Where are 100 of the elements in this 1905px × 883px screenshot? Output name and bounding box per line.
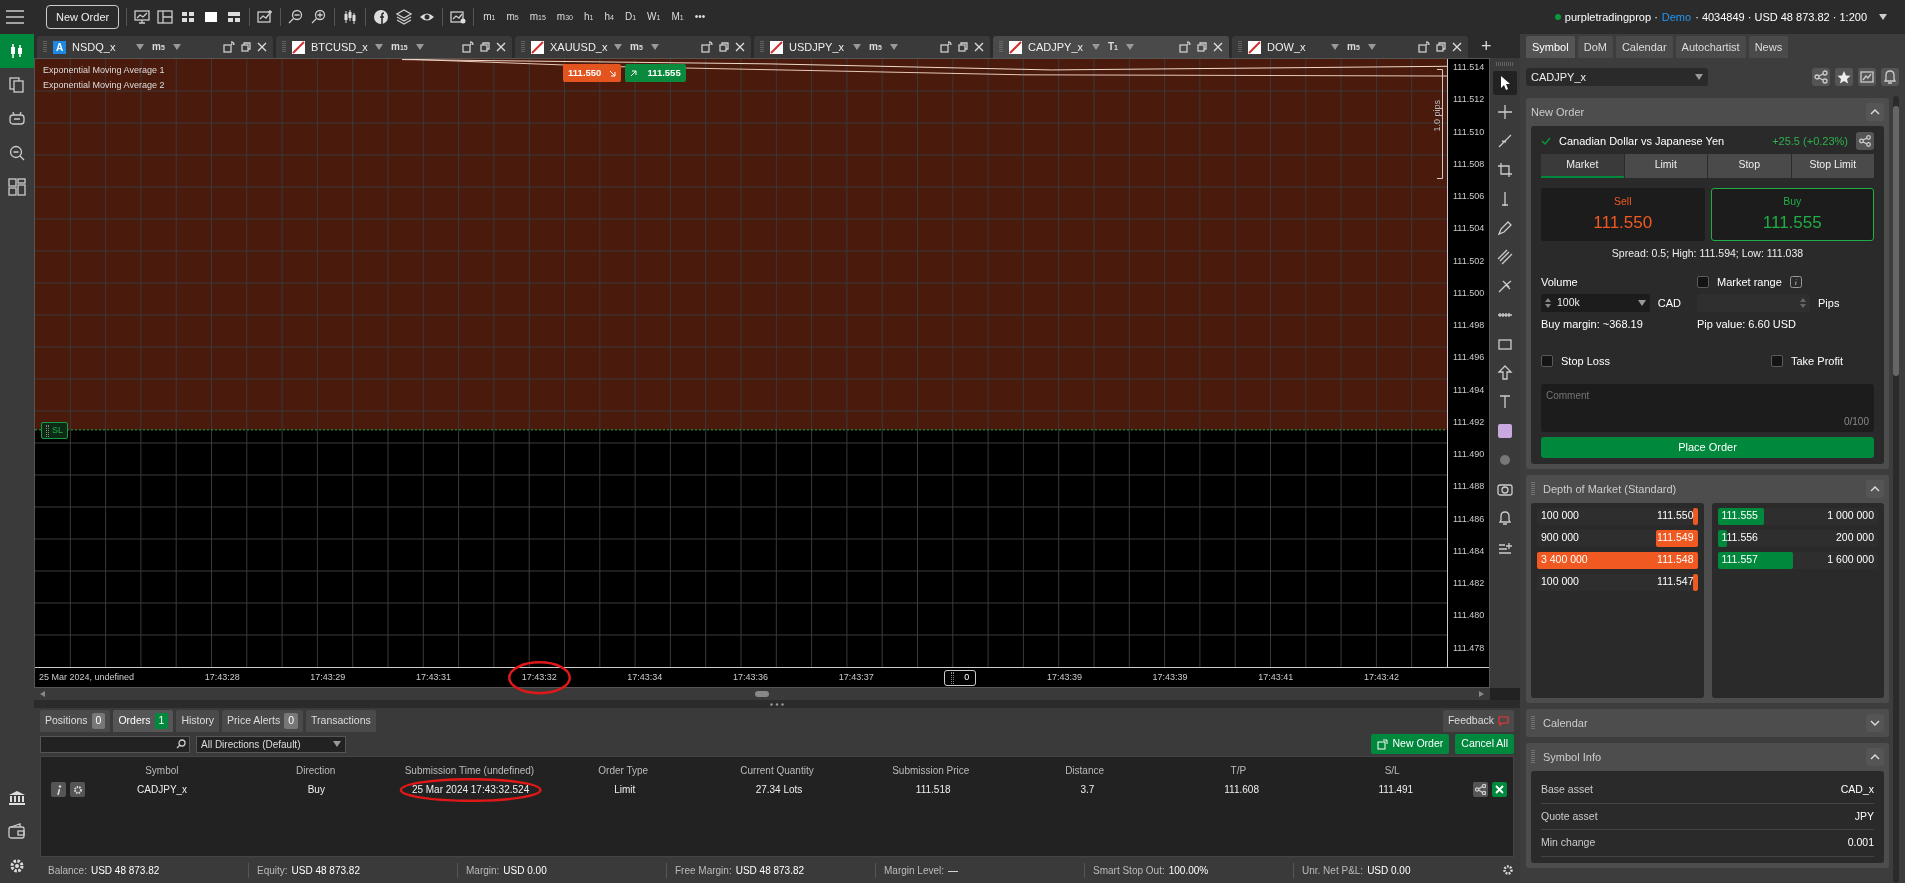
zoom-out-icon[interactable]: [288, 9, 305, 25]
panel-tab[interactable]: News: [1748, 35, 1789, 58]
crosshair-icon[interactable]: [1497, 104, 1513, 120]
new-order-button[interactable]: New Order: [46, 4, 120, 30]
search-field[interactable]: [40, 735, 190, 753]
grip-icon[interactable]: [1531, 481, 1535, 496]
search-zoom-icon[interactable]: [8, 144, 26, 162]
zoom-in-icon[interactable]: [311, 9, 328, 25]
square-icon[interactable]: [203, 9, 220, 25]
close-icon[interactable]: [1452, 42, 1462, 52]
broadcast-icon[interactable]: [1418, 41, 1430, 53]
new-order-button[interactable]: New Order: [1370, 734, 1450, 754]
grip-icon[interactable]: [770, 702, 784, 706]
circle-logo-icon[interactable]: [373, 9, 390, 25]
wallet-icon[interactable]: [8, 823, 26, 841]
info-icon[interactable]: [1789, 276, 1802, 288]
collapse-toggle[interactable]: [1866, 103, 1884, 121]
share-button[interactable]: [1472, 782, 1488, 797]
column-header[interactable]: Order Type: [546, 763, 701, 778]
order-type-tab[interactable]: Market: [1541, 154, 1624, 178]
direction-dropdown[interactable]: All Directions (Default): [196, 735, 346, 753]
collapse-toggle[interactable]: [1866, 479, 1884, 498]
panel-tab[interactable]: Symbol: [1526, 35, 1575, 58]
monitor-icon[interactable]: [134, 9, 151, 25]
chart-add-icon[interactable]: [257, 9, 274, 25]
grip-icon[interactable]: [282, 41, 286, 53]
grip-icon[interactable]: [1531, 715, 1535, 730]
column-header[interactable]: Symbol: [85, 763, 239, 778]
column-header[interactable]: Submission Price: [853, 763, 1008, 778]
close-icon[interactable]: [974, 42, 984, 52]
detach-icon[interactable]: [480, 42, 490, 52]
broadcast-icon[interactable]: [940, 41, 952, 53]
panel-tab[interactable]: Transactions: [306, 710, 376, 732]
column-header[interactable]: T/P: [1161, 763, 1316, 778]
detach-icon[interactable]: [958, 42, 968, 52]
pencil-icon[interactable]: [1497, 220, 1513, 236]
stop-loss-checkbox[interactable]: [1541, 355, 1553, 367]
grip-icon[interactable]: [760, 41, 764, 53]
robot-icon[interactable]: [8, 110, 26, 128]
close-icon[interactable]: [735, 42, 745, 52]
place-order-button[interactable]: Place Order: [1541, 437, 1874, 458]
layers-icon[interactable]: [396, 9, 413, 25]
scrollbar-thumb[interactable]: [755, 691, 769, 697]
fork-icon[interactable]: [1497, 278, 1513, 294]
more-button[interactable]: •••: [692, 12, 708, 22]
detach-icon[interactable]: [719, 42, 729, 52]
grip-icon[interactable]: [1238, 41, 1242, 53]
text-tool-icon[interactable]: [1497, 394, 1513, 410]
menu-icon[interactable]: [6, 10, 24, 24]
settings-icon[interactable]: [8, 857, 26, 875]
camera-icon[interactable]: [1497, 481, 1513, 497]
scroll-left-icon[interactable]: [40, 691, 45, 697]
settings-icon[interactable]: [1502, 864, 1514, 876]
time-cursor[interactable]: 0: [944, 669, 977, 686]
market-range-checkbox[interactable]: [1697, 276, 1709, 288]
copy-icon[interactable]: [8, 76, 26, 94]
detach-icon[interactable]: [241, 42, 251, 52]
collapse-toggle[interactable]: [1866, 713, 1884, 732]
share-icon[interactable]: [1814, 70, 1828, 84]
panel-tab[interactable]: History: [176, 710, 220, 732]
grip-icon[interactable]: [43, 41, 47, 53]
grid-icon[interactable]: [180, 9, 197, 25]
sell-price-tag[interactable]: 111.550: [563, 64, 622, 83]
scroll-right-icon[interactable]: [1479, 691, 1484, 697]
volume-field[interactable]: 100k: [1541, 294, 1650, 313]
close-icon[interactable]: [496, 42, 506, 52]
dot-icon[interactable]: [1497, 452, 1513, 468]
rectangle-icon[interactable]: [1497, 336, 1513, 352]
detach-icon[interactable]: [1197, 42, 1207, 52]
bell-icon[interactable]: [1497, 510, 1513, 526]
channel-icon[interactable]: [1497, 249, 1513, 265]
candlestick-icon[interactable]: [342, 9, 359, 25]
panel-tab[interactable]: Autochartist: [1675, 35, 1746, 58]
add-tab-button[interactable]: +: [1479, 37, 1494, 55]
chart-settings-icon[interactable]: [450, 9, 467, 25]
column-header[interactable]: S/L: [1315, 763, 1470, 778]
column-header[interactable]: Submission Time (undefined): [392, 763, 547, 778]
layout-icon[interactable]: [8, 178, 26, 196]
close-icon[interactable]: [1213, 42, 1223, 52]
sell-price-button[interactable]: Sell 111.550: [1541, 187, 1705, 241]
arrow-up-icon[interactable]: [1497, 365, 1513, 381]
caret-icon[interactable]: [1879, 14, 1887, 20]
indicator-legend[interactable]: Exponential Moving Average 2: [43, 78, 165, 93]
buy-price-tag[interactable]: 111.555: [625, 64, 686, 83]
broadcast-icon[interactable]: [462, 41, 474, 53]
close-icon[interactable]: [257, 42, 267, 52]
broadcast-icon[interactable]: [223, 41, 235, 53]
scrollbar-thumb[interactable]: [1893, 106, 1899, 376]
split-layout-icon[interactable]: [226, 9, 243, 25]
indicator-legend[interactable]: Exponential Moving Average 1: [43, 63, 165, 78]
share-icon[interactable]: [1859, 135, 1871, 147]
cancel-order-button[interactable]: [1491, 782, 1507, 797]
broadcast-icon[interactable]: [1179, 41, 1191, 53]
order-type-tab[interactable]: Stop: [1708, 154, 1791, 178]
grip-icon[interactable]: [1496, 62, 1514, 66]
take-profit-checkbox[interactable]: [1771, 355, 1783, 367]
panel-tab[interactable]: Positions 0: [40, 710, 111, 732]
chart-mode-tab[interactable]: [0, 34, 34, 68]
column-header[interactable]: Current Quantity: [700, 763, 854, 778]
symbol-dropdown[interactable]: CADJPY_x: [1526, 68, 1708, 86]
